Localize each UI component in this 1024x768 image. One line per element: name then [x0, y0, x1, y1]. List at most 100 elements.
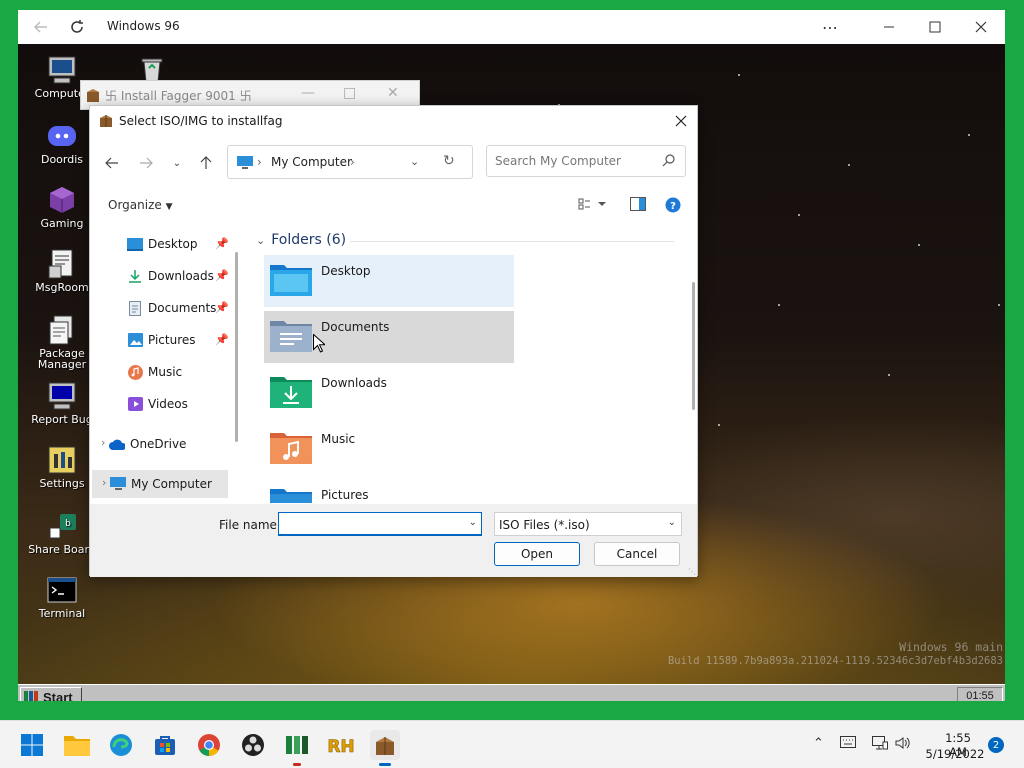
more-dots-icon: ⋯: [822, 17, 838, 37]
star: [888, 374, 890, 376]
terminal-icon: [46, 574, 78, 606]
recent-locations-button[interactable]: ⌄: [166, 152, 188, 174]
search-box[interactable]: [486, 145, 686, 177]
taskbar-clock-date[interactable]: 5/19/2022: [924, 747, 986, 761]
folders-group-header[interactable]: ⌄ Folders (6): [256, 232, 346, 248]
file-explorer-icon: [64, 736, 90, 756]
view-options-button[interactable]: [578, 197, 606, 214]
star: [998, 304, 1000, 306]
taskbar-edge[interactable]: [106, 730, 136, 760]
taskbar-file-explorer[interactable]: [62, 730, 92, 760]
nav-item-music[interactable]: Music: [91, 358, 231, 386]
chevron-right-icon[interactable]: ›: [102, 476, 106, 489]
taskbar-rh-app[interactable]: RH: [326, 730, 356, 760]
windows96-taskbar: Start 01:55: [18, 684, 1005, 707]
taskbar-store[interactable]: [150, 730, 180, 760]
nav-item-my-computer[interactable]: › My Computer: [92, 470, 228, 498]
computer-icon: [110, 476, 126, 492]
navigation-pane-scrollbar[interactable]: [235, 252, 238, 442]
store-icon: [155, 736, 175, 755]
up-button[interactable]: [195, 152, 217, 174]
nav-item-downloads[interactable]: Downloads 📌: [91, 262, 231, 290]
folder-tile-documents[interactable]: Documents: [264, 311, 514, 363]
star: [918, 244, 920, 246]
group-divider: [350, 241, 674, 242]
folder-tile-downloads[interactable]: Downloads: [264, 367, 514, 419]
notification-badge[interactable]: 2: [988, 737, 1004, 753]
taskbar-installer-app[interactable]: [370, 730, 400, 760]
star: [798, 214, 800, 216]
organize-button[interactable]: Organize ▼: [108, 198, 173, 212]
svg-text:b: b: [65, 519, 71, 529]
volume-icon[interactable]: [895, 736, 911, 754]
help-button[interactable]: ?: [665, 197, 681, 216]
pictures-folder-icon: [270, 489, 312, 503]
app-title: Windows 96: [107, 19, 180, 33]
taskbar-obs[interactable]: [238, 730, 268, 760]
taskbar-chrome[interactable]: [194, 730, 224, 760]
keyboard-icon[interactable]: [840, 736, 856, 752]
file-name-combobox[interactable]: ⌄: [278, 512, 482, 536]
star: [738, 74, 740, 76]
close-app-button[interactable]: [958, 10, 1004, 44]
document-icon: [127, 300, 143, 316]
open-button[interactable]: Open: [494, 542, 580, 566]
desktop-icon-terminal[interactable]: Terminal: [22, 574, 102, 619]
refresh-icon[interactable]: ↻: [443, 153, 455, 169]
minimize-icon: [884, 26, 894, 28]
chevron-right-icon[interactable]: ›: [101, 436, 105, 449]
nav-item-pictures[interactable]: Pictures 📌: [91, 326, 231, 354]
refresh-button[interactable]: [54, 10, 100, 44]
file-name-label: File name:: [219, 518, 281, 532]
pin-icon: 📌: [215, 333, 229, 346]
music-folder-icon: [270, 433, 312, 464]
folder-tile-desktop[interactable]: Desktop: [264, 255, 514, 307]
settings-icon: [46, 444, 78, 476]
resize-grip-icon[interactable]: ⋱: [688, 567, 696, 576]
music-icon: [127, 364, 143, 380]
maximize-button[interactable]: [912, 10, 958, 44]
minimize-button[interactable]: [866, 10, 912, 44]
up-arrow-icon: [200, 156, 212, 169]
cancel-button[interactable]: Cancel: [594, 542, 680, 566]
address-dropdown-icon[interactable]: ⌄: [410, 155, 419, 168]
computer-icon: [46, 54, 78, 86]
installer-close-button[interactable]: ✕: [387, 85, 399, 101]
installer-box-icon: [87, 88, 99, 102]
windows-start-button[interactable]: [17, 730, 47, 760]
installer-minimize-button[interactable]: —: [301, 85, 315, 101]
search-input[interactable]: [488, 147, 658, 175]
back-button[interactable]: [101, 152, 123, 174]
preview-pane-button[interactable]: [630, 197, 646, 214]
more-options-button[interactable]: ⋯: [807, 10, 853, 44]
installer-maximize-button[interactable]: □: [343, 85, 356, 101]
installer-box-icon: [100, 115, 112, 127]
dialog-close-button[interactable]: [669, 109, 693, 133]
address-bar[interactable]: › My Computer › ⌄ ↻: [227, 145, 473, 179]
file-type-select[interactable]: ISO Files (*.iso) ⌄: [494, 512, 682, 536]
nav-item-documents[interactable]: Documents 📌: [91, 294, 231, 322]
navigation-pane: Desktop 📌 Downloads 📌 Documents 📌 Pictur…: [91, 220, 239, 500]
chevron-down-icon[interactable]: ⌄: [469, 517, 477, 528]
show-hidden-icons-button[interactable]: ⌃: [813, 736, 824, 751]
star: [968, 134, 970, 136]
download-arrow-icon: [127, 268, 143, 284]
star: [778, 304, 780, 306]
caret-down-icon: ▼: [165, 202, 173, 212]
nav-item-videos[interactable]: Videos: [91, 390, 231, 418]
file-name-input[interactable]: [279, 513, 459, 533]
pin-icon: 📌: [215, 237, 229, 250]
taskbar-windows96[interactable]: [282, 730, 312, 760]
breadcrumb-separator: ›: [350, 155, 355, 169]
nav-item-onedrive[interactable]: › OneDrive: [91, 430, 231, 458]
desktop-folder-icon: [270, 265, 312, 296]
host-taskbar: RH ⌃ 1:55 AM 5/19/2022 2: [0, 720, 1024, 768]
network-icon[interactable]: [872, 736, 888, 754]
file-list-scrollbar[interactable]: [692, 282, 695, 410]
rh-app-icon: RH: [327, 737, 355, 757]
folder-tile-pictures[interactable]: Pictures: [264, 479, 514, 503]
forward-button[interactable]: [135, 152, 157, 174]
nav-item-desktop[interactable]: Desktop 📌: [91, 230, 231, 258]
breadcrumb-location[interactable]: My Computer: [271, 155, 352, 169]
folder-tile-music[interactable]: Music: [264, 423, 514, 475]
